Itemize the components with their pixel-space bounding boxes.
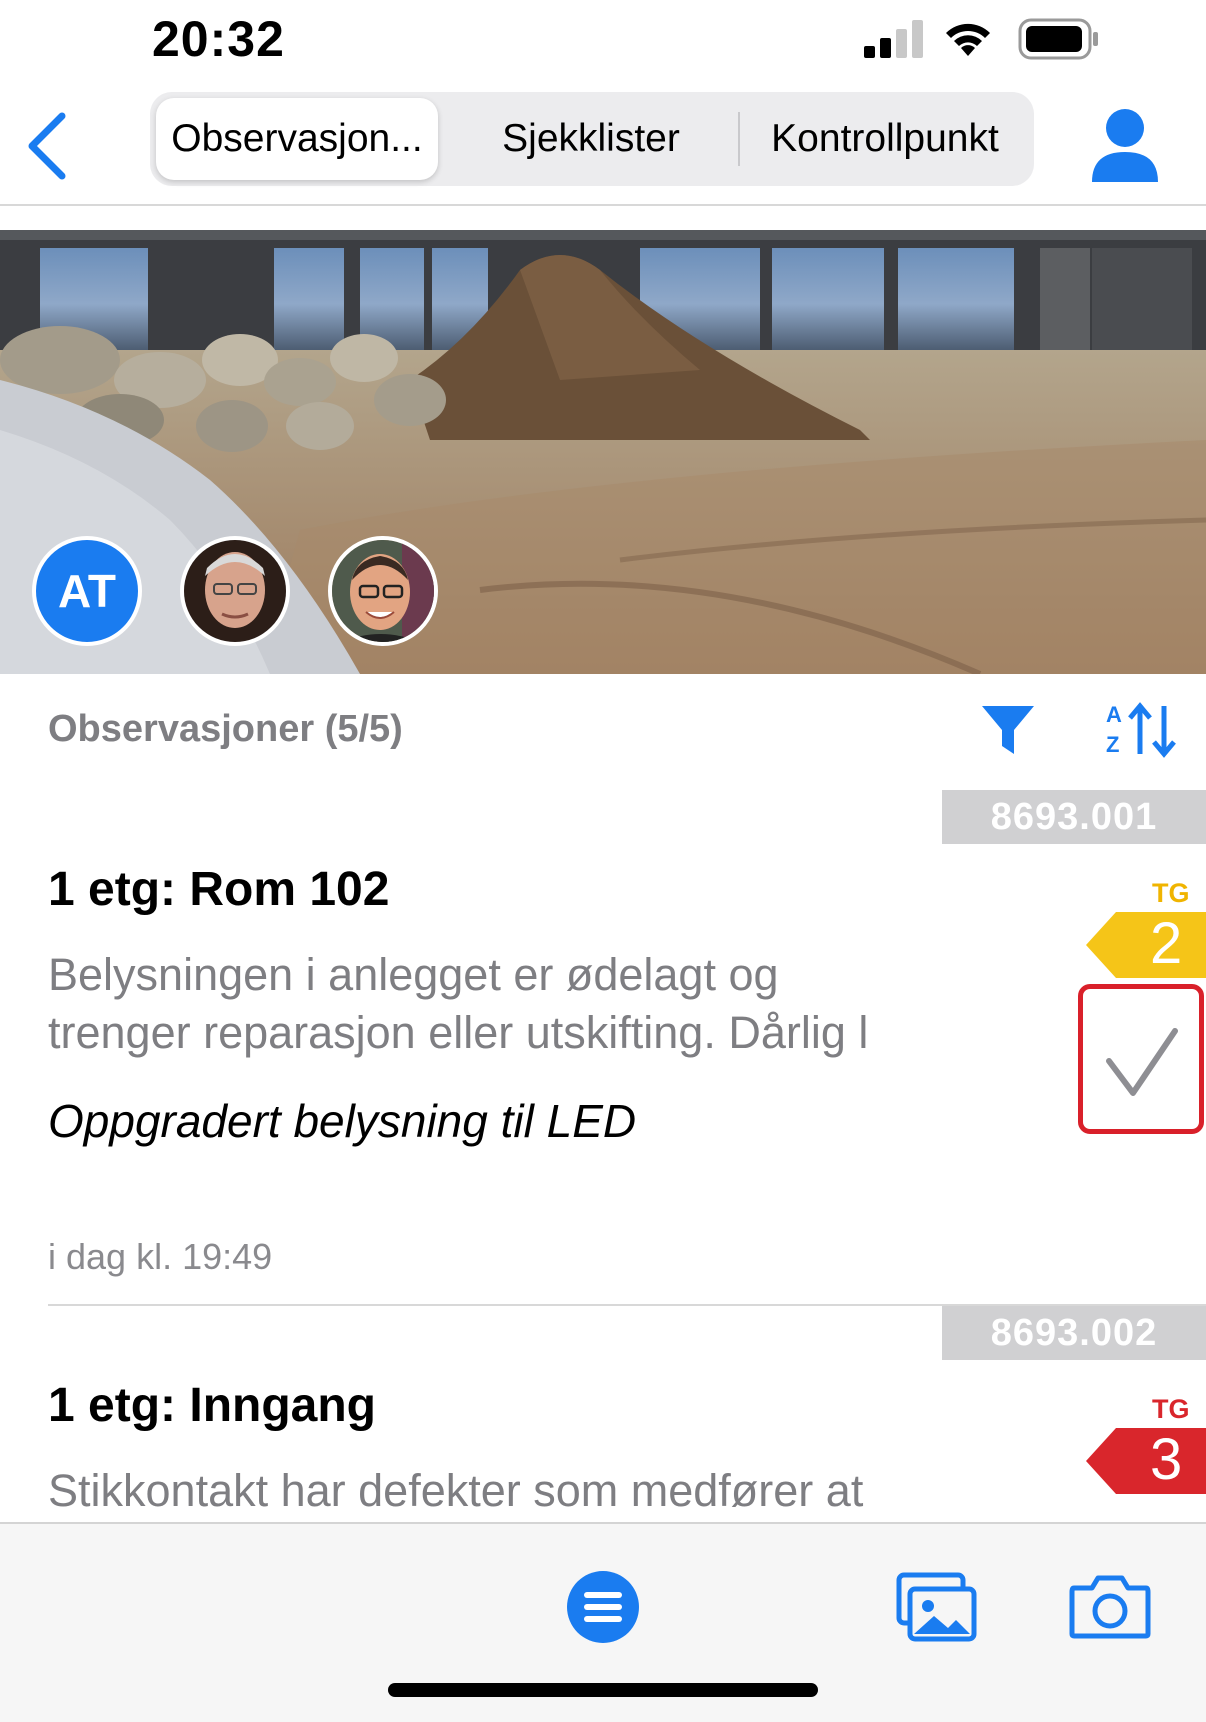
person-photo: [184, 540, 286, 642]
sort-az-icon[interactable]: A Z: [1104, 700, 1176, 760]
construction-site-photo: [0, 230, 1206, 674]
svg-text:A: A: [1106, 702, 1122, 727]
status-bar: 20:32: [0, 0, 1206, 80]
avatar-photo-2[interactable]: [328, 536, 438, 646]
observation-id-badge: 8693.002: [942, 1306, 1206, 1360]
person-photo: [332, 540, 434, 642]
observation-timestamp: i dag kl. 19:49: [48, 1236, 273, 1277]
list-menu-icon[interactable]: [566, 1570, 640, 1644]
observation-description[interactable]: Belysningen i anlegget er ødelagt og tre…: [48, 946, 988, 1062]
tg-label: TG: [1152, 878, 1190, 908]
avatar-photo-1[interactable]: [180, 536, 290, 646]
description-line: Stikkontakt har defekter som medfører at: [48, 1465, 864, 1516]
filter-icon[interactable]: [980, 702, 1036, 758]
tg-value: 2: [1150, 911, 1183, 976]
tg-badge-arrow: [1086, 1428, 1206, 1494]
observation-title[interactable]: 1 etg: Inngang: [48, 1378, 376, 1433]
back-chevron-icon[interactable]: [22, 106, 78, 186]
tg-label: TG: [1152, 1394, 1190, 1424]
tg-badge-arrow: [1086, 912, 1206, 978]
status-time: 20:32: [152, 11, 285, 67]
tg-value: 3: [1150, 1427, 1183, 1492]
avatar-at[interactable]: AT: [32, 536, 142, 646]
segmented-control: Observasjon... Sjekklister Kontrollpunkt: [150, 92, 1034, 186]
observation-measure-note: Oppgradert belysning til LED: [48, 1095, 637, 1147]
segment-divider: [738, 112, 740, 166]
svg-text:Z: Z: [1106, 732, 1119, 757]
nav-bar: Observasjon... Sjekklister Kontrollpunkt: [0, 86, 1206, 206]
tab-observasjoner[interactable]: Observasjon...: [156, 98, 438, 180]
tab-sjekklister[interactable]: Sjekklister: [446, 98, 736, 180]
wifi-icon: [946, 23, 990, 56]
observation-title[interactable]: 1 etg: Rom 102: [48, 862, 389, 917]
description-line: Belysningen i anlegget er ødelagt og: [48, 949, 779, 1000]
home-indicator: [388, 1683, 818, 1697]
screen: 20:32 Observasjon... Sjekklister Kontrol…: [0, 0, 1206, 1722]
observation-description[interactable]: Stikkontakt har defekter som medfører at: [48, 1462, 988, 1520]
tab-kontrollpunkt[interactable]: Kontrollpunkt: [742, 98, 1028, 180]
description-line: trenger reparasjon eller utskifting. Dår…: [48, 1007, 869, 1058]
observation-id-badge: 8693.001: [942, 790, 1206, 844]
photo-library-icon[interactable]: [896, 1572, 978, 1642]
cellular-signal-icon: [864, 20, 923, 58]
completed-checkbox[interactable]: [1078, 984, 1204, 1134]
battery-icon: [1018, 18, 1098, 60]
checkmark-icon: [1106, 1028, 1178, 1096]
person-icon[interactable]: [1090, 108, 1160, 184]
hero-photo: AT: [0, 230, 1206, 674]
observations-count-header: Observasjoner (5/5): [48, 708, 403, 750]
